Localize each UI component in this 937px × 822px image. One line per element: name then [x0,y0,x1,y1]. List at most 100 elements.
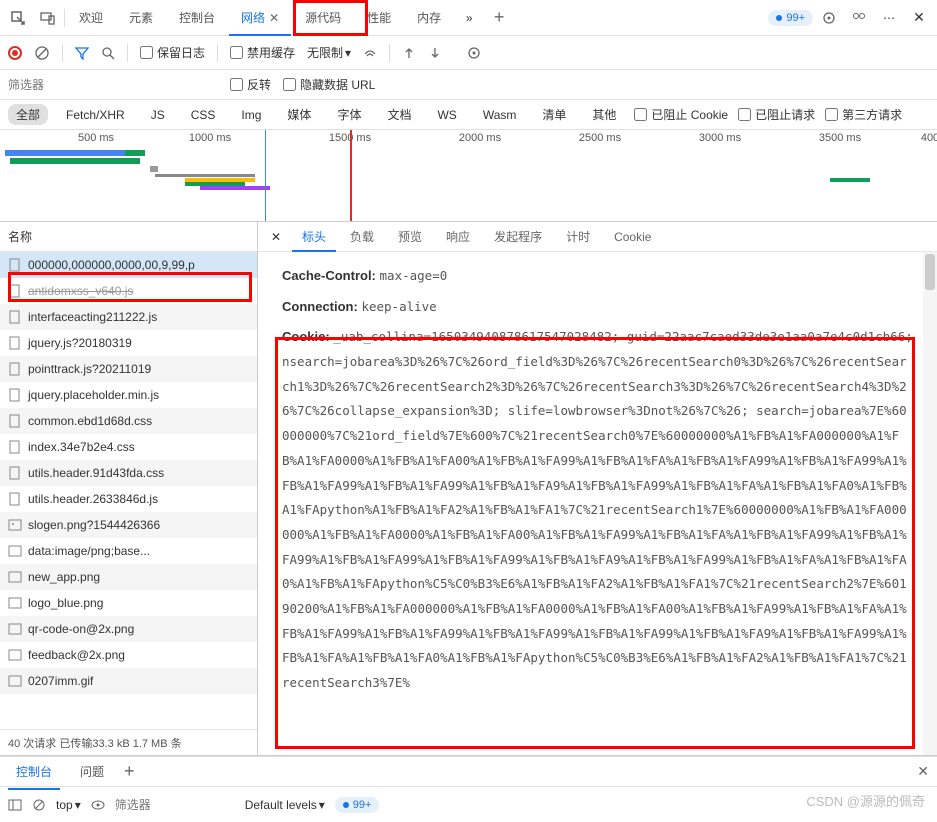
tab-headers[interactable]: 标头 [292,222,336,251]
scrollbar[interactable] [923,252,937,755]
log-levels-select[interactable]: Default levels ▾ [245,798,325,812]
tab-cookies[interactable]: Cookie [604,224,661,250]
type-fetch[interactable]: Fetch/XHR [58,106,133,124]
hide-data-urls-checkbox[interactable]: 隐藏数据 URL [283,76,375,93]
tab-preview[interactable]: 预览 [388,222,432,251]
file-icon [8,440,22,454]
tab-sources[interactable]: 源代码 [293,0,353,36]
type-doc[interactable]: 文档 [379,104,419,125]
disable-cache-checkbox[interactable]: 禁用缓存 [230,44,295,61]
type-font[interactable]: 字体 [329,104,369,125]
type-css[interactable]: CSS [183,106,224,124]
drawer-issues-tab[interactable]: 问题 [72,759,112,784]
list-item[interactable]: 000000,000000,0000,00,9,99,p [0,252,257,278]
list-item[interactable]: index.34e7b2e4.css [0,434,257,460]
import-icon[interactable] [402,46,416,60]
settings-icon[interactable] [815,4,843,32]
network-conditions-icon[interactable] [363,46,377,60]
filter-icon[interactable] [75,46,89,60]
clear-button[interactable] [34,45,50,61]
type-media[interactable]: 媒体 [279,104,319,125]
file-name: new_app.png [28,570,100,584]
device-toggle-icon[interactable] [34,4,62,32]
type-img[interactable]: Img [233,106,269,124]
context-select[interactable]: top ▾ [56,798,81,812]
type-other[interactable]: 其他 [584,104,624,125]
list-item[interactable]: slogen.png?1544426366 [0,512,257,538]
tab-console[interactable]: 控制台 [167,0,227,36]
blocked-cookie-checkbox[interactable]: 已阻止 Cookie [634,106,728,123]
file-name: antidomxss_v640.js [28,284,133,298]
console-badge[interactable]: 99+ [335,797,380,813]
timeline[interactable]: 500 ms 1000 ms 1500 ms 2000 ms 2500 ms 3… [0,130,937,222]
file-name: data:image/png;base... [28,544,150,558]
eye-icon[interactable] [91,798,105,812]
list-item[interactable]: utils.header.91d43fda.css [0,460,257,486]
list-item[interactable]: feedback@2x.png [0,642,257,668]
clear-console-icon[interactable] [32,798,46,812]
separator [64,9,65,27]
record-button[interactable] [8,46,22,60]
list-item[interactable]: pointtrack.js?20211019 [0,356,257,382]
list-item[interactable]: utils.header.2633846d.js [0,486,257,512]
type-ws[interactable]: WS [429,106,464,124]
errors-badge[interactable]: 99+ [768,10,813,26]
type-js[interactable]: JS [143,106,173,124]
tab-elements[interactable]: 元素 [117,0,165,36]
list-item[interactable]: 0207imm.gif [0,668,257,694]
list-item[interactable]: data:image/png;base... [0,538,257,564]
list-item[interactable]: new_app.png [0,564,257,590]
headers-body: Cache-Control: max-age=0 Connection: kee… [258,252,937,755]
list-item[interactable]: jquery.placeholder.min.js [0,382,257,408]
tab-welcome[interactable]: 欢迎 [67,0,115,36]
file-icon [8,362,22,376]
invert-checkbox[interactable]: 反转 [230,76,271,93]
inspect-icon[interactable] [4,4,32,32]
file-name: utils.header.91d43fda.css [28,466,164,480]
header-key: Cookie: [282,329,330,344]
badge-count: 99+ [786,12,805,24]
tab-performance[interactable]: 性能 [355,0,403,36]
list-item[interactable]: interfaceacting211222.js [0,304,257,330]
type-manifest[interactable]: 清单 [534,104,574,125]
image-icon [8,518,22,532]
preserve-log-checkbox[interactable]: 保留日志 [140,44,205,61]
tab-initiator[interactable]: 发起程序 [484,222,552,251]
tab-response[interactable]: 响应 [436,222,480,251]
network-settings-icon[interactable] [466,45,482,61]
export-icon[interactable] [428,46,442,60]
tab-payload[interactable]: 负载 [340,222,384,251]
tab-memory[interactable]: 内存 [405,0,453,36]
list-item[interactable]: antidomxss_v640.js [0,278,257,304]
third-party-checkbox[interactable]: 第三方请求 [825,106,902,123]
name-column-header[interactable]: 名称 [0,222,257,252]
search-icon[interactable] [101,46,115,60]
console-filter-input[interactable] [115,793,235,817]
tab-network[interactable]: 网络✕ [229,0,291,36]
more-tabs-icon[interactable]: » [455,4,483,32]
drawer-tabs: 控制台 问题 + ✕ [0,756,937,786]
chevron-down-icon: ▾ [75,798,81,812]
close-icon[interactable]: ✕ [905,4,933,32]
console-sidebar-icon[interactable] [8,798,22,812]
add-tab-icon[interactable]: + [485,4,513,32]
menu-icon[interactable]: ⋯ [875,4,903,32]
tab-close-icon[interactable]: ✕ [269,11,279,25]
type-all[interactable]: 全部 [8,104,48,125]
close-detail-icon[interactable]: ✕ [264,225,288,249]
type-wasm[interactable]: Wasm [475,106,525,124]
drawer-console-tab[interactable]: 控制台 [8,759,60,784]
close-drawer-icon[interactable]: ✕ [917,763,929,780]
list-item[interactable]: common.ebd1d68d.css [0,408,257,434]
list-item[interactable]: qr-code-on@2x.png [0,616,257,642]
separator [389,44,390,62]
filter-input[interactable] [8,73,218,97]
header-value: max-age=0 [380,268,448,283]
list-item[interactable]: logo_blue.png [0,590,257,616]
feedback-icon[interactable] [845,4,873,32]
blocked-req-checkbox[interactable]: 已阻止请求 [738,106,815,123]
throttling-select[interactable]: 无限制▾ [307,44,351,61]
list-item[interactable]: jquery.js?20180319 [0,330,257,356]
tab-timing[interactable]: 计时 [556,222,600,251]
add-drawer-tab-icon[interactable]: + [124,761,135,782]
